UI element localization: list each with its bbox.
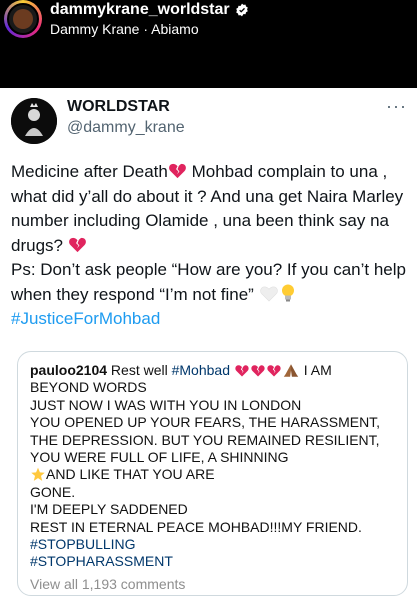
quote-text: I AM <box>299 362 332 378</box>
quote-hashtag-stopbulling[interactable]: #STOPBULLING <box>30 536 397 553</box>
quote-line: AND LIKE THAT YOU ARE <box>30 466 397 483</box>
profile-subtitle: Dammy Krane · Abiamo <box>50 21 199 37</box>
tweet-avatar[interactable] <box>11 98 57 144</box>
praying-hands-icon <box>283 364 299 377</box>
quote-line: BEYOND WORDS <box>30 379 147 396</box>
tweet-hashtag-line: #JusticeForMohbad <box>11 307 407 332</box>
quote-line: THE DEPRESSION. BUT YOU REMAINED RESILIE… <box>30 431 380 448</box>
more-dots-icon[interactable]: ··· <box>386 96 407 117</box>
broken-heart-icon <box>68 237 86 252</box>
tweet-paragraph-1: Medicine after Death Mohbad complain to … <box>11 160 407 258</box>
tweet-author-handle[interactable]: @dammy_krane <box>67 119 185 137</box>
quote-line: YOU WERE FULL OF LIFE, A SHINNING <box>30 449 289 466</box>
tweet-text-part: Medicine after Death <box>11 162 168 181</box>
profile-avatar[interactable] <box>4 0 42 38</box>
quote-text: AND LIKE THAT YOU ARE <box>46 466 215 483</box>
broken-heart-icon <box>168 163 186 179</box>
quote-line: JUST NOW I WAS WITH YOU IN LONDON <box>30 396 302 413</box>
tweet-text-part: Ps: Don’t ask people “How are you? If yo… <box>11 260 406 304</box>
profile-username-row[interactable]: dammykrane_worldstar <box>50 1 249 19</box>
quote-text: Rest well <box>107 362 172 378</box>
white-heart-icon <box>259 286 278 302</box>
tweet-author-name[interactable]: WORLDSTAR <box>67 98 170 116</box>
lightbulb-icon <box>281 284 294 301</box>
quote-line: pauloo2104 Rest well #Mohbad I AM <box>30 362 397 379</box>
quote-line: YOU OPENED UP YOUR FEARS, THE HARASSMENT… <box>30 414 381 431</box>
quote-line: REST IN ETERNAL PEACE MOHBAD!!!MY FRIEND… <box>30 518 362 535</box>
star-icon <box>31 468 45 482</box>
quote-line: I'M DEEPLY SADDENED <box>30 501 188 518</box>
quote-line: GONE. <box>30 483 76 500</box>
broken-heart-icon <box>267 365 281 377</box>
quoted-post[interactable]: pauloo2104 Rest well #Mohbad I AM BEYOND… <box>17 351 408 596</box>
tweet-avatar-image <box>11 98 57 144</box>
instagram-header: dammykrane_worldstar Dammy Krane · Abiam… <box>0 0 417 88</box>
tweet-card: WORLDSTAR @dammy_krane ··· Medicine afte… <box>0 88 417 600</box>
hashtag-justice-for-mohbad[interactable]: #JusticeForMohbad <box>11 309 160 328</box>
quote-hashtag-stopharassment[interactable]: #STOPHARASSMENT <box>30 553 397 570</box>
view-all-comments-link[interactable]: View all 1,193 comments <box>30 576 397 593</box>
tweet-text: Medicine after Death Mohbad complain to … <box>11 160 407 332</box>
quote-username[interactable]: pauloo2104 <box>30 362 107 378</box>
avatar-face <box>13 9 33 29</box>
avatar-image <box>7 3 39 35</box>
verified-badge-icon <box>235 3 248 17</box>
broken-heart-icon <box>251 365 265 377</box>
quote-hashtag-mohbad[interactable]: #Mohbad <box>172 362 230 378</box>
tweet-paragraph-2: Ps: Don’t ask people “How are you? If yo… <box>11 258 407 307</box>
broken-heart-icon <box>235 365 249 377</box>
profile-username[interactable]: dammykrane_worldstar <box>50 1 230 19</box>
